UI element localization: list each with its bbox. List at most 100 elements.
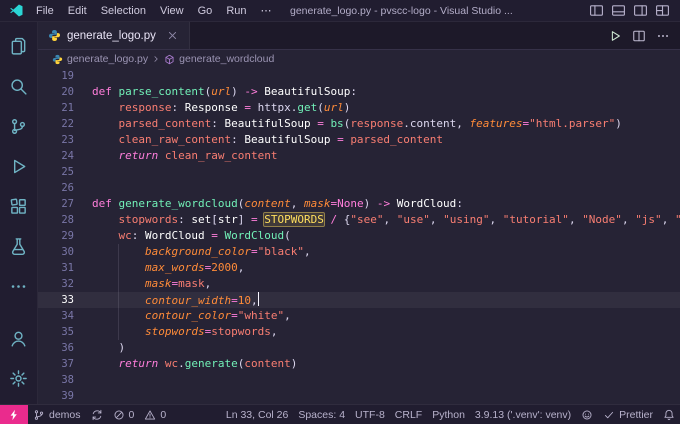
toggle-secondary-sidebar-icon[interactable] [631, 1, 650, 20]
code-line[interactable]: 33 contour_width=10, [38, 292, 680, 308]
line-number: 36 [38, 340, 92, 356]
vscode-logo-icon [8, 3, 25, 18]
breadcrumb-item[interactable]: generate_logo.py [52, 53, 148, 65]
split-editor-icon[interactable] [632, 29, 646, 43]
activity-settings[interactable] [0, 358, 38, 398]
code-line[interactable]: 26 [38, 180, 680, 196]
status-eol-label: CRLF [395, 409, 422, 421]
status-errors-label: 0 [129, 409, 135, 421]
line-content [92, 372, 680, 388]
status-remote[interactable] [0, 405, 28, 424]
workbench: generate_logo.py generate_logo.pygenerat… [0, 22, 680, 404]
code-line[interactable]: 31 max_words=2000, [38, 260, 680, 276]
status-python-interpreter[interactable]: 3.9.13 ('.venv': venv) [470, 405, 576, 424]
tab-generate-logo-py[interactable]: generate_logo.py [38, 22, 190, 49]
code-line[interactable]: 27def generate_wordcloud(content, mask=N… [38, 196, 680, 212]
menu-⋯[interactable]: ⋯ [254, 4, 279, 17]
code-line[interactable]: 39 [38, 388, 680, 404]
window-controls [587, 1, 672, 20]
indent-guide [118, 308, 119, 324]
more-icon [9, 277, 28, 296]
code-line[interactable]: 25 [38, 164, 680, 180]
status-notifications[interactable] [658, 405, 680, 424]
code-editor[interactable]: 1920def parse_content(url) -> BeautifulS… [38, 68, 680, 404]
editor-group: generate_logo.py generate_logo.pygenerat… [38, 22, 680, 404]
activity-explorer[interactable] [0, 26, 38, 66]
code-line[interactable]: 24 return clean_raw_content [38, 148, 680, 164]
menu-view[interactable]: View [153, 5, 191, 17]
sync-icon [91, 409, 103, 421]
code-line[interactable]: 29 wc: WordCloud = WordCloud( [38, 228, 680, 244]
customize-layout-icon[interactable] [653, 1, 672, 20]
line-number: 22 [38, 116, 92, 132]
line-content: response: Response = httpx.get(url) [92, 100, 680, 116]
line-number: 27 [38, 196, 92, 212]
status-cursor-position[interactable]: Ln 33, Col 26 [221, 405, 293, 424]
chevron-right-icon [151, 54, 161, 64]
line-content: stopwords=stopwords, [92, 324, 680, 340]
activity-account[interactable] [0, 318, 38, 358]
code-line[interactable]: 20def parse_content(url) -> BeautifulSou… [38, 84, 680, 100]
line-content [92, 164, 680, 180]
close-tab-icon[interactable] [166, 29, 179, 42]
line-number: 19 [38, 68, 92, 84]
settings-icon [9, 369, 28, 388]
breadcrumb-label: generate_logo.py [67, 53, 148, 65]
line-number: 33 [38, 292, 92, 308]
breadcrumb-item[interactable]: generate_wordcloud [164, 53, 274, 65]
menu-go[interactable]: Go [191, 5, 220, 17]
status-git-branch[interactable]: demos [28, 405, 86, 424]
line-content: stopwords: set[str] = STOPWORDS / {"see"… [92, 212, 680, 228]
indent-guide [118, 276, 119, 292]
activity-extensions[interactable] [0, 186, 38, 226]
activity-testing[interactable] [0, 226, 38, 266]
line-number: 38 [38, 372, 92, 388]
menu-run[interactable]: Run [219, 5, 253, 17]
line-number: 39 [38, 388, 92, 404]
toggle-sidebar-icon[interactable] [587, 1, 606, 20]
status-git-branch-label: demos [49, 409, 81, 421]
menu-file[interactable]: File [29, 5, 61, 17]
code-line[interactable]: 34 contour_color="white", [38, 308, 680, 324]
code-line[interactable]: 19 [38, 68, 680, 84]
status-eol[interactable]: CRLF [390, 405, 427, 424]
status-cursor-position-label: Ln 33, Col 26 [226, 409, 288, 421]
status-encoding[interactable]: UTF-8 [350, 405, 390, 424]
code-line[interactable]: 35 stopwords=stopwords, [38, 324, 680, 340]
line-number: 30 [38, 244, 92, 260]
git-branch-icon [33, 409, 45, 421]
line-number: 21 [38, 100, 92, 116]
lightning-icon [8, 409, 20, 421]
code-line[interactable]: 28 stopwords: set[str] = STOPWORDS / {"s… [38, 212, 680, 228]
code-line[interactable]: 23 clean_raw_content: BeautifulSoup = pa… [38, 132, 680, 148]
status-warnings[interactable]: 0 [139, 405, 171, 424]
code-line[interactable]: 22 parsed_content: BeautifulSoup = bs(re… [38, 116, 680, 132]
status-feedback[interactable] [576, 405, 598, 424]
code-line[interactable]: 21 response: Response = httpx.get(url) [38, 100, 680, 116]
activity-search[interactable] [0, 66, 38, 106]
status-indentation[interactable]: Spaces: 4 [293, 405, 350, 424]
menu-selection[interactable]: Selection [94, 5, 153, 17]
code-line[interactable]: 30 background_color="black", [38, 244, 680, 260]
status-errors[interactable]: 0 [108, 405, 140, 424]
run-debug-icon [9, 157, 28, 176]
status-language-mode[interactable]: Python [427, 405, 470, 424]
tab-bar: generate_logo.py [38, 22, 680, 50]
code-line[interactable]: 37 return wc.generate(content) [38, 356, 680, 372]
warning-icon [144, 409, 156, 421]
status-formatter[interactable]: Prettier [598, 405, 658, 424]
activity-more[interactable] [0, 266, 38, 306]
source-control-icon [9, 117, 28, 136]
code-line[interactable]: 38 [38, 372, 680, 388]
activity-run-debug[interactable] [0, 146, 38, 186]
code-line[interactable]: 32 mask=mask, [38, 276, 680, 292]
code-line[interactable]: 36 ) [38, 340, 680, 356]
menu-edit[interactable]: Edit [61, 5, 94, 17]
run-file-icon[interactable] [608, 29, 622, 43]
activity-source-control[interactable] [0, 106, 38, 146]
line-number: 25 [38, 164, 92, 180]
line-content: return wc.generate(content) [92, 356, 680, 372]
more-actions-icon[interactable] [656, 29, 670, 43]
status-sync[interactable] [86, 405, 108, 424]
toggle-panel-icon[interactable] [609, 1, 628, 20]
